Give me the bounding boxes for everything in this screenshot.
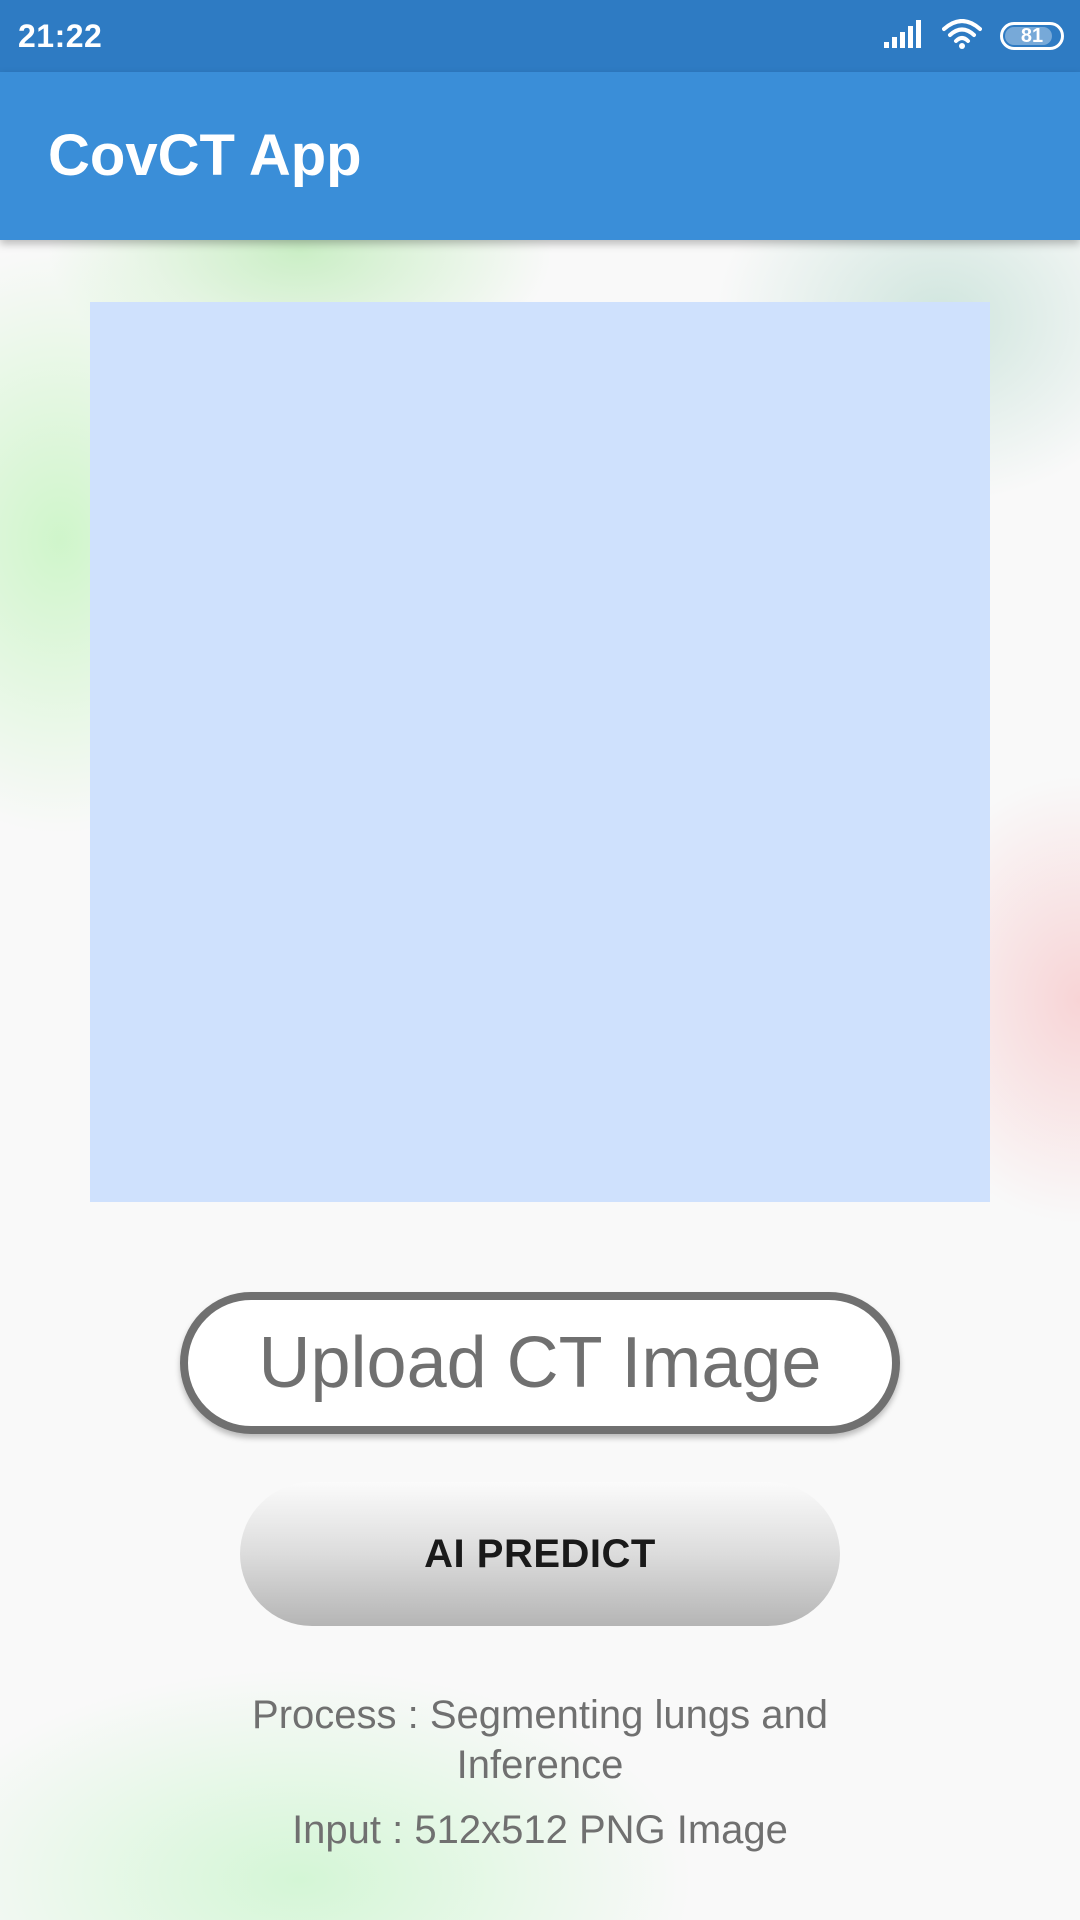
process-info-text: Process : Segmenting lungs and Inference (252, 1693, 828, 1787)
upload-button-label: Upload CT Image (258, 1323, 822, 1403)
app-title: CovCT App (48, 123, 362, 188)
app-screen: 21:22 81 CovCT App Upload CT Image AI PR… (0, 0, 1080, 1920)
app-bar: CovCT App (0, 72, 1080, 240)
upload-ct-image-button[interactable]: Upload CT Image (180, 1292, 900, 1434)
status-bar: 21:22 81 (0, 0, 1080, 72)
wifi-icon (942, 18, 982, 54)
status-icons: 81 (884, 18, 1064, 54)
signal-icon (884, 19, 924, 53)
battery-level: 81 (1020, 25, 1044, 47)
predict-button-label: AI PREDICT (424, 1531, 656, 1576)
ai-predict-button[interactable]: AI PREDICT (240, 1482, 840, 1626)
input-info-text: Input : 512x512 PNG Image (292, 1808, 788, 1852)
ct-image-preview (90, 302, 990, 1202)
battery-icon: 81 (1000, 22, 1064, 50)
status-time: 21:22 (18, 18, 103, 54)
